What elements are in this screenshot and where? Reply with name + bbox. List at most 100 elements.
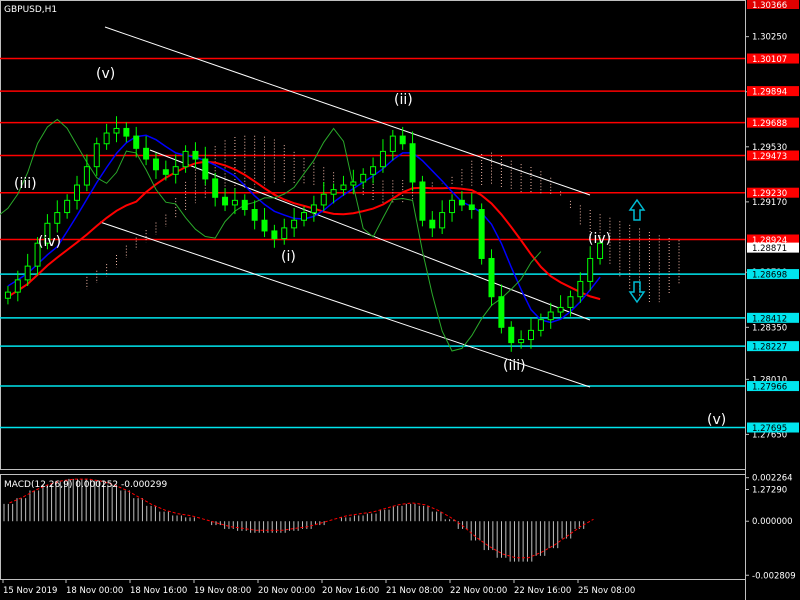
macd-tick-label: -0.002809	[752, 571, 796, 581]
wave-label: (iv)	[588, 231, 611, 247]
candle-body	[527, 329, 534, 341]
candle-body	[488, 257, 495, 298]
level-tag-label: 1.30107	[752, 55, 787, 65]
candle-body	[271, 230, 278, 240]
candle-body	[537, 319, 544, 331]
level-tag-label: 1.28698	[752, 271, 787, 281]
macd-tick-label: 0.000000	[752, 517, 793, 527]
down-arrow-icon	[628, 281, 646, 304]
candle-body	[212, 178, 219, 198]
price-tick-label: 1.28350	[752, 323, 787, 333]
green-lagging-line	[0, 118, 542, 352]
horizontal-levels	[0, 57, 745, 429]
candlesticks	[4, 116, 604, 352]
price-tick-label: 1.30250	[752, 33, 787, 43]
level-tag-label: 1.28412	[752, 314, 787, 324]
candle-body	[587, 257, 594, 282]
candle-body	[14, 279, 21, 293]
candle-body	[54, 212, 61, 224]
candle-body	[113, 127, 120, 134]
trend-channel	[99, 26, 591, 388]
time-tick-label: 19 Nov 08:00	[194, 586, 251, 596]
candle-body	[83, 166, 90, 186]
candle-body	[133, 135, 140, 149]
price-tick-label: 1.29170	[752, 198, 787, 208]
wave-label: (i)	[281, 249, 296, 265]
candle-body	[103, 132, 110, 145]
candle-body	[182, 150, 189, 168]
candle-body	[379, 150, 386, 168]
time-tick-label: 20 Nov 00:00	[258, 586, 315, 596]
candle-body	[74, 184, 81, 201]
time-tick-label: 21 Nov 08:00	[386, 586, 443, 596]
macd-tick-label: 0.002264	[752, 474, 793, 484]
candle-body	[301, 212, 307, 221]
chart-area: (iii)(iv)(v)(i)(ii)(iii)(iv)(v) 1.302501…	[0, 0, 799, 600]
current-price-label: 1.28871	[752, 244, 787, 254]
candle-body	[547, 311, 554, 321]
price-tick-label: 1.27290	[752, 485, 787, 495]
level-tag-label: 1.29894	[752, 88, 787, 98]
candle-body	[281, 227, 288, 240]
time-tick-label: 22 Nov 00:00	[450, 586, 507, 596]
candle-body	[251, 209, 258, 221]
candle-body	[261, 219, 268, 232]
candle-body	[202, 158, 209, 180]
wave-label: (v)	[96, 66, 115, 82]
level-tag-label: 1.27695	[752, 424, 787, 434]
wave-label: (iv)	[38, 234, 61, 250]
candle-body	[508, 326, 515, 344]
candle-body	[222, 196, 229, 206]
candle-body	[439, 212, 446, 229]
level-tag-label: 1.28227	[752, 343, 787, 353]
time-tick-label: 15 Nov 2019	[3, 586, 57, 596]
up-arrow-icon	[628, 198, 646, 221]
candle-body	[24, 265, 31, 281]
level-tag-label: 1.27966	[752, 383, 787, 393]
candle-body	[330, 189, 337, 195]
time-axis: 15 Nov 2019 18 Nov 00:00 18 Nov 16:00 19 No…	[2, 579, 635, 596]
time-tick-label: 25 Nov 08:00	[578, 586, 635, 596]
candle-body	[152, 158, 159, 171]
macd-title: MACD(12,26,9) 0.000252 -0.000299	[4, 480, 167, 490]
time-tick-label: 18 Nov 16:00	[130, 586, 187, 596]
candle-body	[231, 199, 238, 206]
candle-body	[291, 219, 298, 229]
wave-labels: (iii) (iv) (v) (i) (ii) (iii) (iv) (v)	[14, 66, 726, 428]
candle-body	[4, 291, 11, 299]
candle-body	[498, 296, 505, 328]
wave-label: (iii)	[14, 176, 37, 192]
candle-body	[518, 339, 525, 344]
candle-body	[93, 143, 100, 168]
wave-label: (v)	[707, 412, 726, 428]
candle-body	[557, 306, 564, 313]
candle-body	[370, 166, 377, 175]
candle-body	[409, 143, 416, 183]
signal-arrows	[628, 198, 646, 304]
candle-body	[350, 181, 357, 186]
candle-body	[360, 173, 367, 183]
wave-label: (iii)	[503, 358, 526, 374]
candle-body	[143, 147, 150, 160]
candle-body	[340, 184, 347, 191]
level-tag-label: 1.29230	[752, 189, 787, 199]
candle-body	[478, 209, 485, 259]
candle-body	[310, 204, 317, 214]
candle-body	[64, 199, 71, 214]
candle-body	[419, 181, 426, 221]
candle-body	[567, 296, 574, 308]
level-tag-label: 1.29473	[752, 152, 787, 162]
time-tick-label: 20 Nov 16:00	[322, 586, 379, 596]
candle-body	[577, 280, 584, 298]
price-axis: 1.302501.298901.295301.291701.287101.283…	[745, 0, 799, 495]
wave-label: (ii)	[394, 92, 413, 108]
candle-body	[320, 193, 327, 206]
moving-averages	[0, 118, 601, 352]
level-tag-label: 1.29688	[752, 119, 787, 129]
candle-body	[172, 166, 179, 175]
candle-body	[162, 169, 169, 175]
candle-body	[468, 204, 475, 211]
candle-body	[192, 150, 199, 160]
chart-title: GBPUSD,H1	[4, 5, 57, 15]
candle-body	[123, 127, 130, 137]
